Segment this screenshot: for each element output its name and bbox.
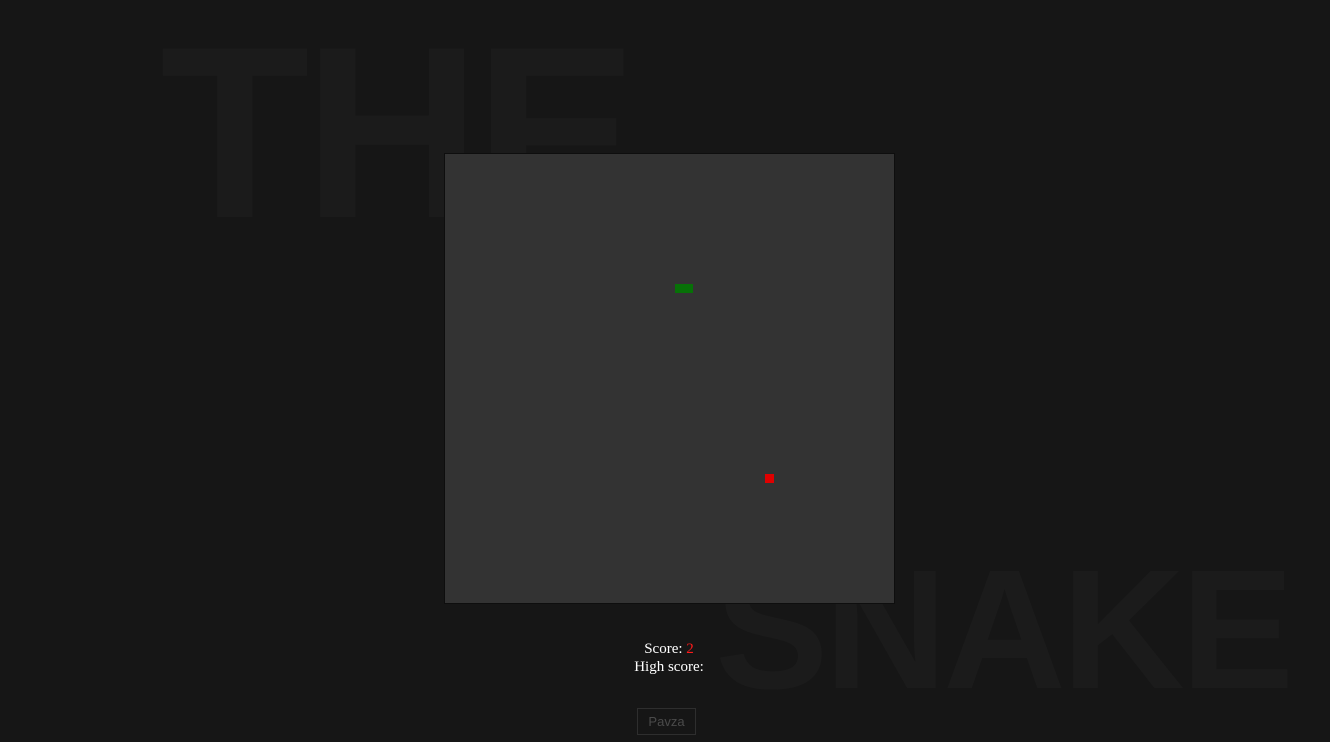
high-score-label: High score:: [634, 659, 704, 675]
score-value: 2: [686, 641, 694, 657]
pause-button[interactable]: Pavza: [637, 708, 696, 735]
snake-head: [684, 284, 693, 293]
snake-segment: [675, 284, 684, 293]
food-item: [765, 474, 774, 483]
score-panel: Score: 2 High score:: [0, 640, 1330, 676]
score-label: Score:: [644, 641, 683, 657]
score-line: Score: 2: [0, 640, 1330, 658]
game-board[interactable]: [444, 153, 895, 604]
high-score-line: High score:: [0, 658, 1330, 676]
